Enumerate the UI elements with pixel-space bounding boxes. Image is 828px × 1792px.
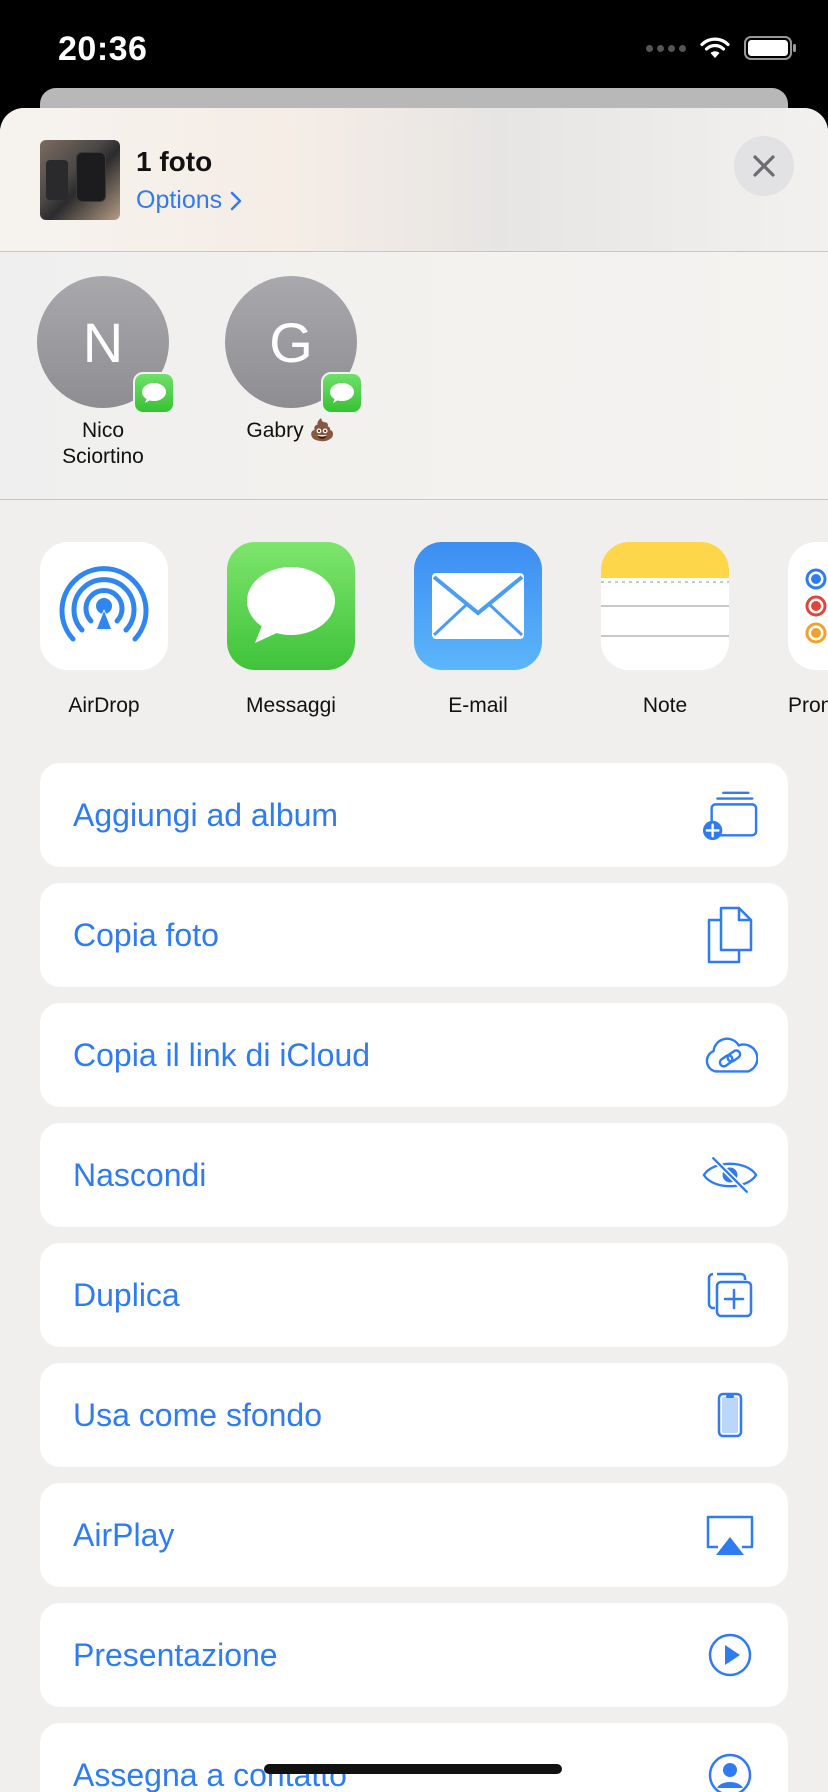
action-copy-icloud-link[interactable]: Copia il link di iCloud — [40, 1003, 788, 1107]
home-indicator[interactable] — [264, 1764, 562, 1774]
action-label: Aggiungi ad album — [73, 796, 339, 833]
action-label: Presentazione — [73, 1636, 278, 1673]
action-label: Copia foto — [73, 916, 219, 953]
action-label: Duplica — [73, 1276, 180, 1313]
battery-icon — [744, 36, 796, 60]
action-use-as-wallpaper[interactable]: Usa come sfondo — [40, 1363, 788, 1467]
options-link[interactable]: Options — [136, 186, 242, 215]
action-assign-to-contact[interactable]: Assegna a contatto — [40, 1723, 788, 1792]
messages-badge-icon — [133, 372, 175, 414]
suggested-contacts: N Nico Sciortino G Gabry 💩 — [0, 252, 828, 500]
mail-icon — [414, 542, 542, 670]
action-label: Nascondi — [73, 1156, 207, 1193]
status-bar: 20:36 — [0, 0, 828, 100]
action-hide[interactable]: Nascondi — [40, 1123, 788, 1227]
icloud-link-icon — [702, 1027, 758, 1083]
app-email[interactable]: E-mail — [388, 542, 568, 718]
duplicate-icon — [702, 1267, 758, 1323]
avatar: N — [37, 276, 175, 414]
app-promemoria[interactable]: Prom — [762, 542, 828, 718]
action-label: Copia il link di iCloud — [73, 1036, 371, 1073]
eye-slash-icon — [702, 1147, 758, 1203]
action-slideshow[interactable]: Presentazione — [40, 1603, 788, 1707]
app-label: AirDrop — [68, 694, 140, 717]
iphone-icon — [702, 1387, 758, 1443]
contact-gabry[interactable]: G Gabry 💩 — [216, 276, 366, 444]
action-airplay[interactable]: AirPlay — [40, 1483, 788, 1587]
share-sheet-header: 1 foto Options — [0, 108, 828, 252]
action-label: Assegna a contatto — [73, 1756, 347, 1792]
app-airdrop[interactable]: AirDrop — [14, 542, 194, 718]
contact-nico[interactable]: N Nico Sciortino — [28, 276, 178, 470]
app-label: Messaggi — [246, 694, 336, 717]
add-to-album-icon — [702, 787, 758, 843]
person-circle-icon — [702, 1747, 758, 1792]
share-title: 1 foto — [136, 146, 213, 177]
share-apps-row: AirDrop Messaggi E-mail Note Pro — [0, 500, 828, 740]
status-time: 20:36 — [58, 30, 148, 68]
cellular-signal-icon — [646, 44, 686, 52]
status-indicators — [646, 36, 798, 60]
app-messaggi[interactable]: Messaggi — [201, 542, 381, 718]
airplay-icon — [702, 1507, 758, 1563]
chevron-right-icon — [230, 191, 242, 210]
app-label: Prom — [788, 694, 828, 717]
copy-icon — [702, 906, 758, 964]
contact-name: Gabry 💩 — [246, 419, 336, 442]
wifi-icon — [700, 37, 730, 58]
photo-thumbnail — [40, 140, 120, 220]
reminders-icon — [788, 542, 828, 670]
app-label: E-mail — [448, 694, 508, 717]
action-label: AirPlay — [73, 1516, 175, 1553]
avatar-initial: G — [269, 310, 313, 374]
app-label: Note — [642, 694, 688, 717]
close-button[interactable] — [734, 136, 794, 196]
action-add-to-album[interactable]: Aggiungi ad album — [40, 763, 788, 867]
action-copy-photo[interactable]: Copia foto — [40, 883, 788, 987]
action-duplicate[interactable]: Duplica — [40, 1243, 788, 1347]
options-label: Options — [136, 186, 223, 214]
avatar-initial: N — [82, 310, 124, 374]
contact-name: Nico Sciortino — [62, 419, 144, 468]
app-note[interactable]: Note — [575, 542, 755, 718]
action-label: Usa come sfondo — [73, 1396, 323, 1433]
messages-badge-icon — [321, 372, 363, 414]
notes-icon — [601, 542, 729, 670]
avatar: G — [225, 276, 363, 414]
airdrop-icon — [40, 542, 168, 670]
share-sheet: 1 foto Options N Nico Sciortino G Gabry … — [0, 108, 828, 1792]
play-circle-icon — [702, 1627, 758, 1683]
close-icon — [753, 155, 775, 177]
messages-icon — [227, 542, 355, 670]
